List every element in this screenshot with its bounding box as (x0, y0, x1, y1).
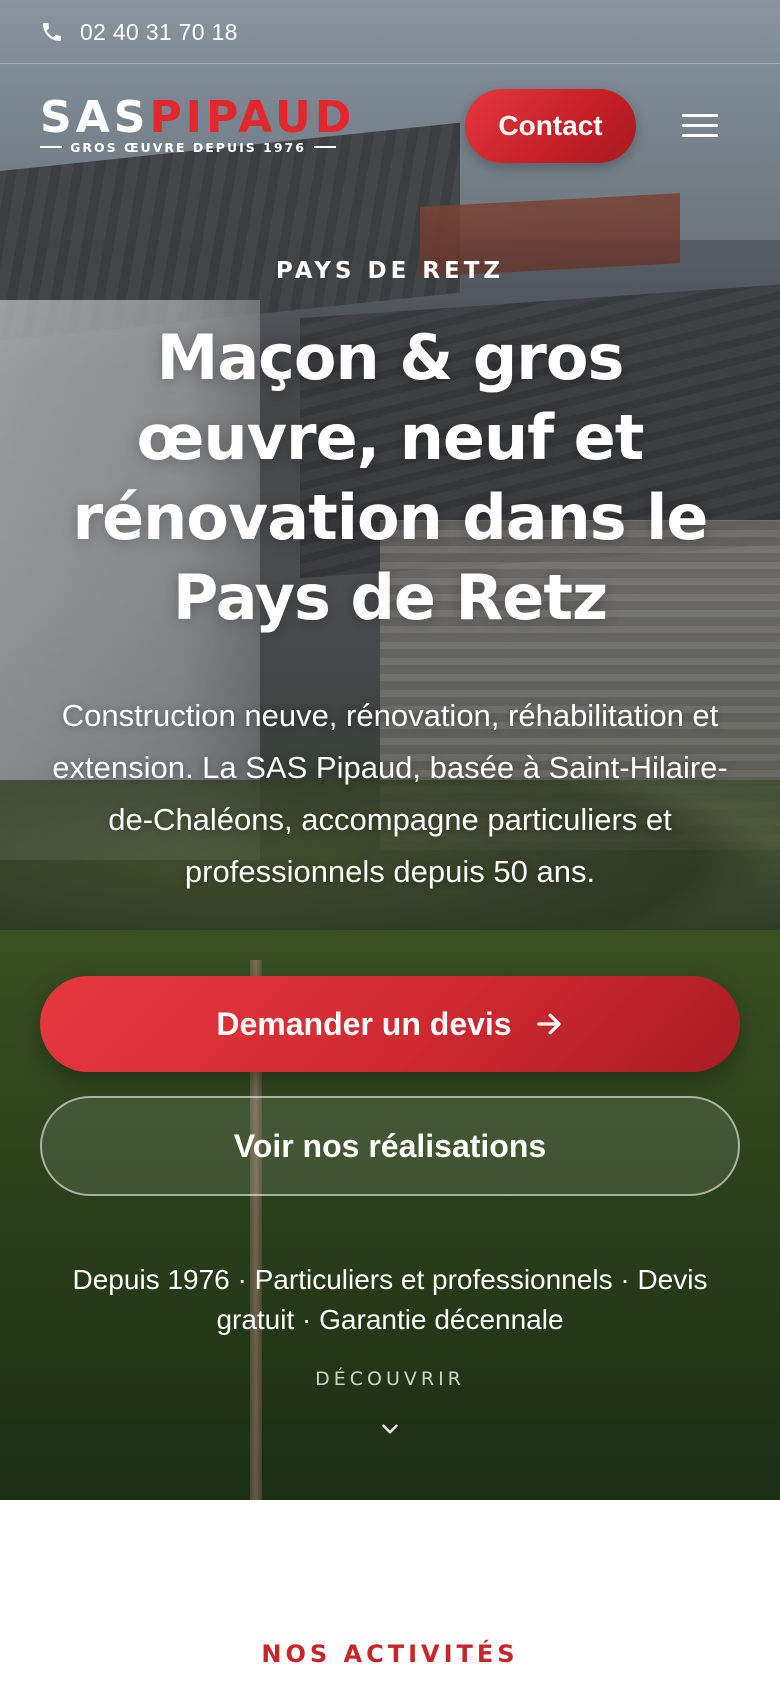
discover-label[interactable]: DÉCOUVRIR (0, 1368, 780, 1390)
trust-line: Depuis 1976 · Particuliers et profession… (72, 1264, 708, 1335)
phone-icon (43, 23, 61, 41)
phone-link[interactable]: 02 40 31 70 18 (80, 17, 238, 47)
activities-eyebrow: NOS ACTIVITÉS (261, 1640, 519, 1668)
arrow-right-icon (536, 1013, 561, 1035)
logo-wordmark-pipaud: PIPAUD (149, 92, 356, 143)
hero-eyebrow: PAYS DE RETZ (275, 258, 505, 284)
hero-title: Maçon & gros œuvre, neuf et rénovation d… (72, 321, 709, 634)
page: 02 40 31 70 18 SASPIPAUD GROS ŒUVRE DEPU… (0, 0, 780, 1687)
top-bar: 02 40 31 70 18 (0, 0, 780, 64)
logo-wordmark-sas: SAS (40, 92, 150, 143)
site-logo[interactable]: SASPIPAUD GROS ŒUVRE DEPUIS 1976 (40, 96, 351, 156)
hero-section: 02 40 31 70 18 SASPIPAUD GROS ŒUVRE DEPU… (0, 0, 780, 1500)
logo-tagline: GROS ŒUVRE DEPUIS 1976 (40, 138, 337, 156)
contact-button[interactable]: Contact (465, 89, 636, 163)
hamburger-menu-icon[interactable] (680, 110, 720, 142)
logo-tagline-text: GROS ŒUVRE DEPUIS 1976 (70, 139, 306, 155)
request-quote-button[interactable]: Demander un devis (40, 976, 740, 1072)
hero-description: Construction neuve, rénovation, réhabili… (52, 698, 728, 889)
request-quote-label: Demander un devis (216, 1005, 512, 1042)
chevron-down-icon[interactable] (377, 1416, 403, 1442)
view-projects-button[interactable]: Voir nos réalisations (40, 1096, 740, 1196)
logo-wordmark: SASPIPAUD (40, 96, 355, 140)
